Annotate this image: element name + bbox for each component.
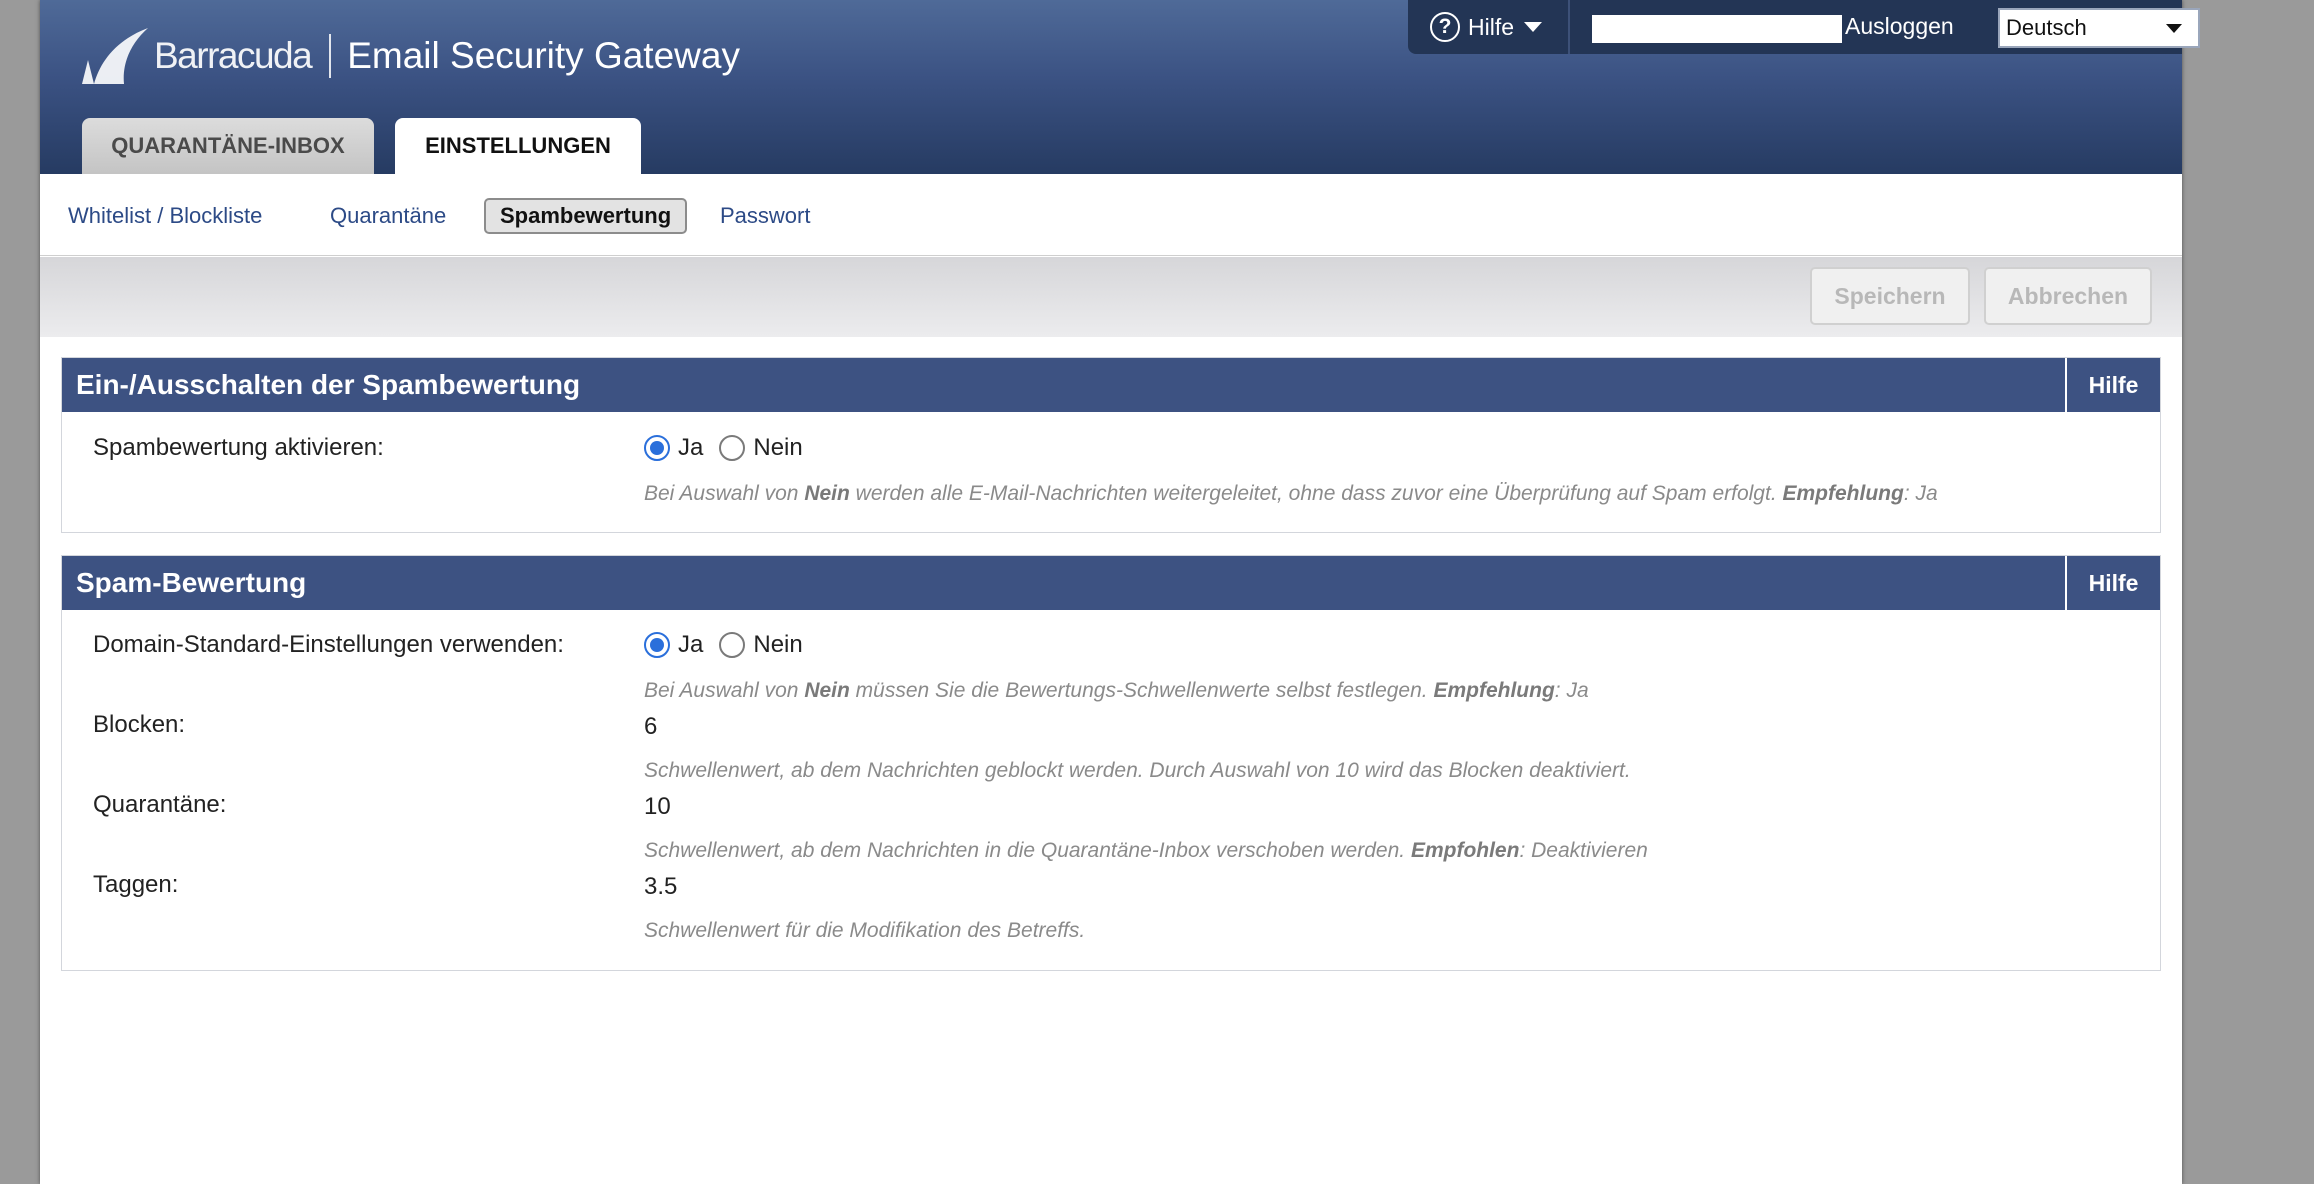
logo: Barracuda Email Security Gateway xyxy=(78,24,740,88)
section-header: Ein-/Ausschalten der Spambewertung Hilfe xyxy=(62,358,2160,412)
subnav-password[interactable]: Passwort xyxy=(720,198,810,234)
help-menu-label: Hilfe xyxy=(1468,13,1515,40)
top-utility-bar: ? Hilfe Ausloggen Deutsch xyxy=(1408,0,2200,54)
cancel-button[interactable]: Abbrechen xyxy=(1984,267,2152,325)
section-spam-scoring-toggle: Ein-/Ausschalten der Spambewertung Hilfe… xyxy=(61,357,2161,533)
section-spam-scoring: Spam-Bewertung Hilfe Domain-Standard-Ein… xyxy=(61,555,2161,971)
logo-separator xyxy=(329,34,332,78)
logout-link[interactable]: Ausloggen xyxy=(1845,13,1954,40)
help-menu[interactable]: ? Hilfe xyxy=(1408,0,1568,54)
tag-threshold-value: 3.5 xyxy=(644,873,678,900)
section-help-button[interactable]: Hilfe xyxy=(2065,358,2160,412)
quarantine-threshold-value: 10 xyxy=(644,793,671,820)
subnav-whitelist-blocklist[interactable]: Whitelist / Blockliste xyxy=(68,198,262,234)
field-hint: Schwellenwert, ab dem Nachrichten in die… xyxy=(644,839,1648,862)
radio-group: Ja Nein xyxy=(644,434,819,462)
field-hint: Bei Auswahl von Nein müssen Sie die Bewe… xyxy=(644,679,1589,702)
chevron-down-icon xyxy=(1524,22,1543,32)
radio-yes-label: Ja xyxy=(678,434,704,461)
field-label: Taggen: xyxy=(93,871,179,898)
radio-yes[interactable] xyxy=(644,632,670,658)
divider xyxy=(1568,0,1570,54)
tab-quarantine-inbox[interactable]: QUARANTÄNE-INBOX xyxy=(82,118,374,174)
field-label: Quarantäne: xyxy=(93,791,227,818)
tab-settings[interactable]: EINSTELLUNGEN xyxy=(395,118,641,174)
language-select-value: Deutsch xyxy=(2006,15,2087,40)
field-label: Blocken: xyxy=(93,711,186,738)
field-hint: Schwellenwert für die Modifikation des B… xyxy=(644,919,1086,942)
section-title: Spam-Bewertung xyxy=(76,567,307,598)
radio-yes-label: Ja xyxy=(678,631,704,658)
app-window: Barracuda Email Security Gateway ? Hilfe… xyxy=(40,0,2200,1184)
header: Barracuda Email Security Gateway ? Hilfe… xyxy=(40,0,2200,174)
action-bar: Speichern Abbrechen xyxy=(40,257,2182,337)
field-label: Domain-Standard-Einstellungen verwenden: xyxy=(93,631,564,658)
save-button[interactable]: Speichern xyxy=(1810,267,1970,325)
logo-text: Barracuda xyxy=(154,35,313,76)
section-title: Ein-/Ausschalten der Spambewertung xyxy=(76,369,581,400)
field-hint: Bei Auswahl von Nein werden alle E-Mail-… xyxy=(644,482,1938,505)
subnav-spam-scoring[interactable]: Spambewertung xyxy=(484,198,688,234)
language-select[interactable]: Deutsch xyxy=(1998,8,2200,48)
radio-no[interactable] xyxy=(719,435,746,461)
radio-yes[interactable] xyxy=(644,435,670,461)
field-hint: Schwellenwert, ab dem Nachrichten gebloc… xyxy=(644,759,1631,782)
sub-navigation: Whitelist / Blockliste Quarantäne Spambe… xyxy=(40,174,2182,256)
radio-no[interactable] xyxy=(719,632,746,658)
product-name: Email Security Gateway xyxy=(347,35,740,76)
radio-no-label: Nein xyxy=(753,434,803,461)
radio-no-label: Nein xyxy=(753,631,803,658)
radio-group: Ja Nein xyxy=(644,631,819,659)
section-header: Spam-Bewertung Hilfe xyxy=(62,556,2160,610)
field-label: Spambewertung aktivieren: xyxy=(93,434,384,461)
subnav-quarantine[interactable]: Quarantäne xyxy=(330,198,446,234)
section-help-button[interactable]: Hilfe xyxy=(2065,556,2160,610)
block-threshold-value: 6 xyxy=(644,713,658,740)
barracuda-fin-icon xyxy=(82,28,148,84)
help-icon: ? xyxy=(1430,12,1460,42)
chevron-down-icon xyxy=(2166,24,2182,33)
user-field[interactable] xyxy=(1592,15,1842,43)
